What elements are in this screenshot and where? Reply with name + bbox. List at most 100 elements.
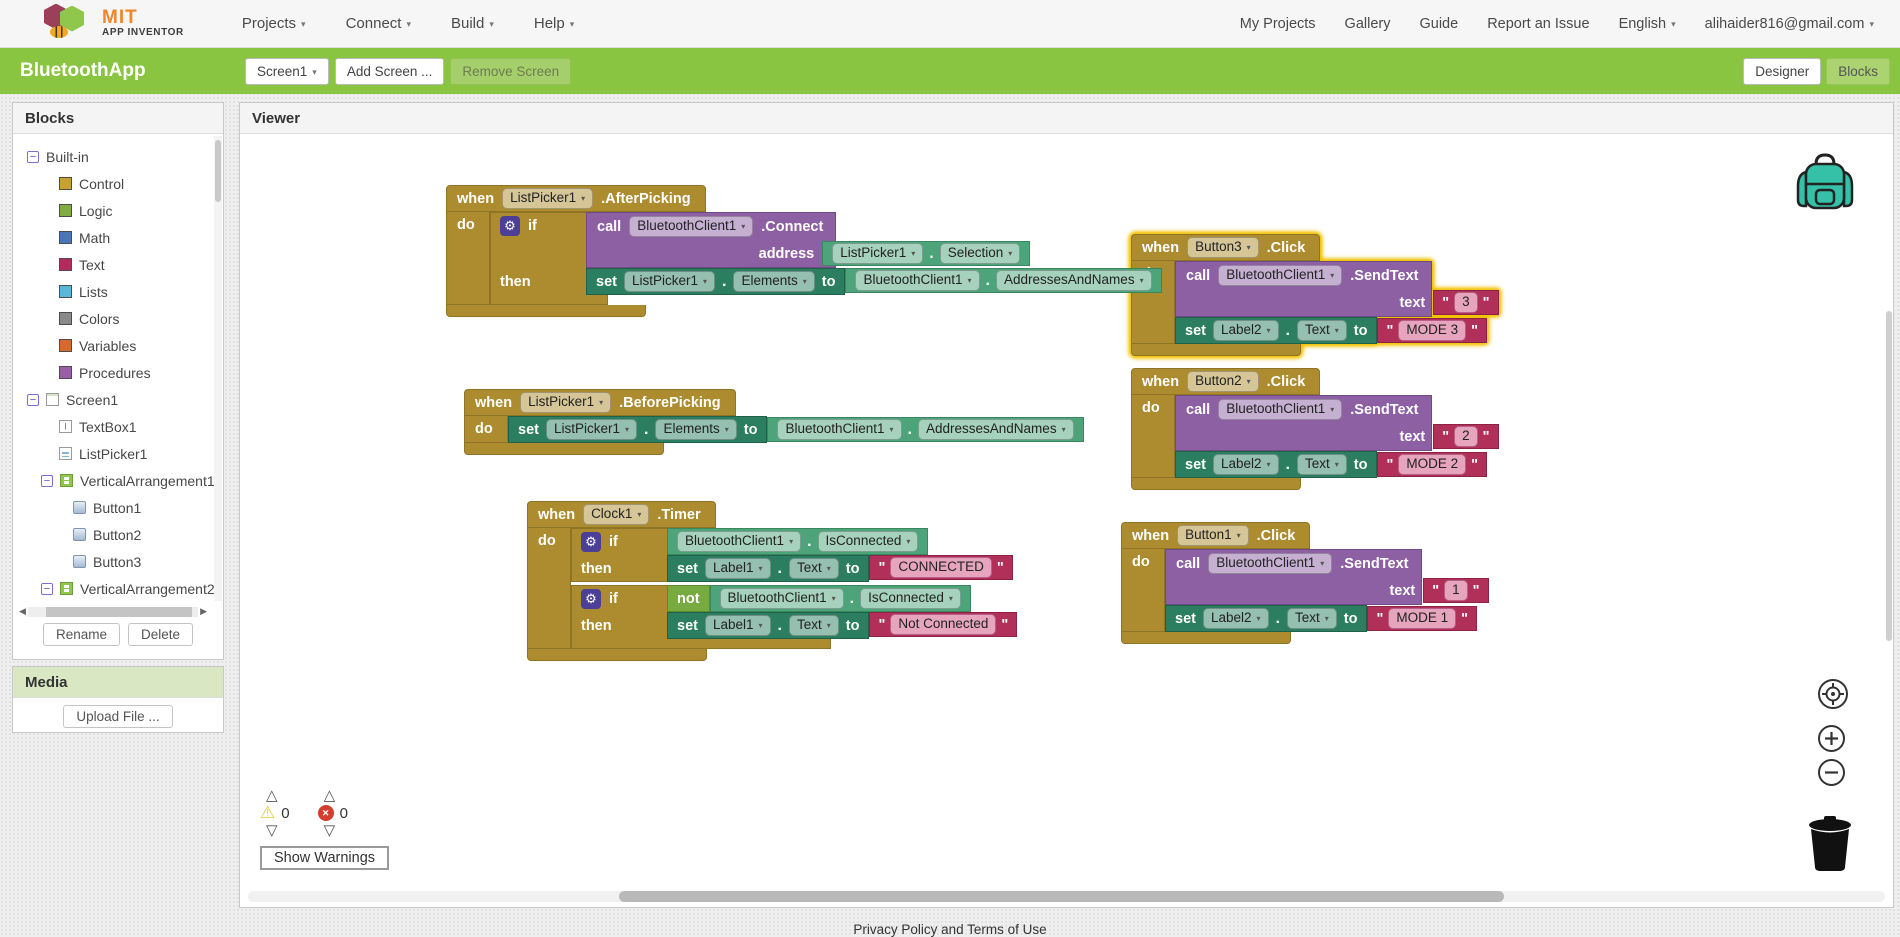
component-dropdown[interactable]: Label2 [1202,608,1269,629]
string-value[interactable]: CONNECTED [890,557,992,578]
string-value[interactable]: Not Connected [890,614,997,635]
component-dropdown[interactable]: Clock1 [583,504,650,525]
string-value[interactable]: 2 [1454,426,1478,447]
if-not-connected-block[interactable]: ⚙ if not BluetoothClient1 . IsConnected [571,585,1018,649]
set-label-text-block[interactable]: set Label2 . Text to [1165,605,1368,632]
component-dropdown[interactable]: Button2 [1187,371,1259,392]
component-dropdown[interactable]: ListPicker1 [520,392,612,413]
component-dropdown[interactable]: BluetoothClient1 [855,270,980,291]
when-event-block[interactable]: when ListPicker1 .AfterPicking [446,185,706,212]
call-sendtext-block[interactable]: call BluetoothClient1 .SendText text " 1… [1165,549,1489,605]
link-guide[interactable]: Guide [1419,16,1458,32]
component-dropdown[interactable]: BluetoothClient1 [629,216,754,237]
if-connected-block[interactable]: ⚙ if BluetoothClient1 . IsConnected then [571,528,1013,582]
component-dropdown[interactable]: BluetoothClient1 [1218,399,1343,420]
tree-builtin[interactable]: − Built-in [13,143,223,170]
block-clock-timer[interactable]: when Clock1 .Timer do ⚙ if Bluetooth [527,501,1018,661]
component-dropdown[interactable]: Label2 [1212,454,1279,475]
rename-button[interactable]: Rename [42,623,120,646]
string-value[interactable]: 3 [1454,292,1478,313]
property-dropdown[interactable]: Selection [939,243,1021,264]
getter-addressesandnames-block[interactable]: BluetoothClient1 . AddressesAndNames [767,417,1084,442]
getter-addressesandnames-block[interactable]: BluetoothClient1 . AddressesAndNames [845,268,1162,293]
string-value[interactable]: 1 [1444,580,1468,601]
show-warnings-button[interactable]: Show Warnings [260,846,390,870]
tree-item-logic[interactable]: Logic [13,197,223,224]
blocks-tab-button[interactable]: Blocks [1826,57,1890,85]
property-dropdown[interactable]: Text [788,558,839,579]
mutator-gear-icon[interactable]: ⚙ [581,588,601,609]
component-dropdown[interactable]: ListPicker1 [545,419,638,440]
property-dropdown[interactable]: Text [1296,454,1347,475]
block-button2-click[interactable]: when Button2 .Click do call BluetoothCli… [1131,368,1499,490]
tree-item-verticalarrangement2[interactable]: − VerticalArrangement2 [13,575,223,602]
scrollbar-thumb[interactable] [215,140,221,202]
tree-item-button1[interactable]: Button1 [13,494,223,521]
error-down-arrow-icon[interactable]: ▽ [324,823,336,838]
call-sendtext-block[interactable]: call BluetoothClient1 .SendText text " 2… [1175,395,1499,451]
screen-selector[interactable]: Screen1 [245,57,329,85]
error-up-arrow-icon[interactable]: △ [324,788,336,803]
component-dropdown[interactable]: Button3 [1187,237,1259,258]
tree-item-variables[interactable]: Variables [13,332,223,359]
component-dropdown[interactable]: Label1 [704,615,771,636]
menu-build[interactable]: Build [451,15,494,32]
string-value[interactable]: MODE 2 [1398,454,1467,475]
text-string-block[interactable]: " Not Connected " [869,612,1018,637]
property-dropdown[interactable]: AddressesAndNames [918,419,1074,440]
warning-up-arrow-icon[interactable]: △ [266,788,278,803]
scroll-left-arrow-icon[interactable]: ◀ [19,606,26,617]
component-dropdown[interactable]: ListPicker1 [623,271,716,292]
when-event-block[interactable]: when Button2 .Click [1131,368,1321,395]
text-string-block[interactable]: " MODE 3 " [1377,318,1487,343]
getter-isconnected-block[interactable]: BluetoothClient1 . IsConnected [709,585,971,612]
text-string-block[interactable]: " MODE 2 " [1377,452,1487,477]
tree-item-button3[interactable]: Button3 [13,548,223,575]
component-dropdown[interactable]: BluetoothClient1 [1208,553,1333,574]
logic-not-block[interactable]: not [667,585,710,612]
component-dropdown[interactable]: BluetoothClient1 [719,588,844,609]
collapse-icon[interactable]: − [27,150,39,163]
tree-item-text[interactable]: Text [13,251,223,278]
component-dropdown[interactable]: BluetoothClient1 [777,419,902,440]
call-sendtext-block[interactable]: call BluetoothClient1 .SendText text " 3… [1175,261,1499,317]
component-dropdown[interactable]: ListPicker1 [832,243,924,264]
delete-button[interactable]: Delete [128,623,194,646]
component-dropdown[interactable]: BluetoothClient1 [677,531,802,552]
zoom-out-button[interactable] [1818,759,1845,786]
palette-vertical-scrollbar[interactable] [214,136,222,601]
center-blocks-button[interactable] [1818,679,1848,709]
set-label-text-block[interactable]: set Label1 . Text to [667,612,870,639]
menu-connect[interactable]: Connect [346,15,411,32]
scrollbar-thumb[interactable] [619,891,1504,902]
property-dropdown[interactable]: IsConnected [860,588,961,609]
tree-item-listpicker1[interactable]: ListPicker1 [13,440,223,467]
component-dropdown[interactable]: ListPicker1 [502,188,594,209]
set-elements-block[interactable]: set ListPicker1 . Elements to [586,268,846,295]
component-dropdown[interactable]: Button1 [1177,525,1249,546]
property-dropdown[interactable]: Text [788,615,839,636]
trash-can-icon[interactable] [1805,815,1855,878]
set-label-text-block[interactable]: set Label1 . Text to [667,555,870,582]
getter-selection-block[interactable]: ListPicker1 . Selection [822,241,1031,266]
scroll-right-arrow-icon[interactable]: ▶ [200,606,207,617]
set-elements-block[interactable]: set ListPicker1 . Elements to [508,416,768,443]
property-dropdown[interactable]: Text [1286,608,1337,629]
property-dropdown[interactable]: AddressesAndNames [996,270,1152,291]
block-listpicker-afterpicking[interactable]: when ListPicker1 .AfterPicking do ⚙ if [446,185,1162,317]
menu-projects[interactable]: Projects [242,15,306,32]
getter-isconnected-block[interactable]: BluetoothClient1 . IsConnected [667,528,929,555]
tree-screen1[interactable]: − Screen1 [13,386,223,413]
string-value[interactable]: MODE 1 [1388,608,1457,629]
text-string-block[interactable]: " CONNECTED " [869,555,1013,580]
link-gallery[interactable]: Gallery [1345,16,1391,32]
upload-file-button[interactable]: Upload File ... [63,705,173,728]
app-inventor-logo[interactable]: MIT APP INVENTOR [42,3,184,44]
mutator-gear-icon[interactable]: ⚙ [581,531,601,552]
tree-item-button2[interactable]: Button2 [13,521,223,548]
tree-item-verticalarrangement1[interactable]: − VerticalArrangement1 [13,467,223,494]
when-event-block[interactable]: when Clock1 .Timer [527,501,716,528]
collapse-icon[interactable]: − [41,582,53,595]
account-menu[interactable]: alihaider816@gmail.com [1705,16,1874,32]
text-string-block[interactable]: " 2 " [1433,424,1499,449]
